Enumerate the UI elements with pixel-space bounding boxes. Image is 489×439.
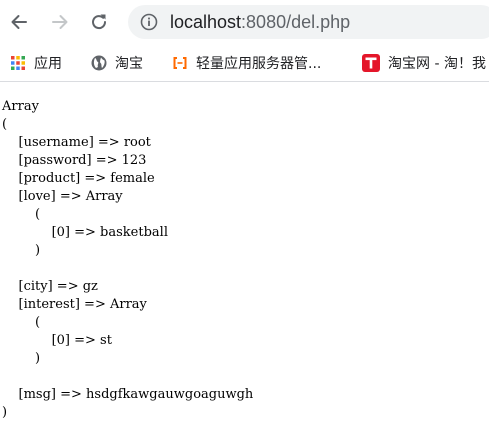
browser-toolbar: localhost:8080/del.php	[0, 0, 489, 44]
output-line: [password] => 123	[2, 153, 147, 168]
php-print-r-output: Array ( [username] => root [password] =>…	[2, 98, 253, 422]
output-line: (	[2, 117, 8, 132]
output-line: [username] => root	[2, 135, 151, 150]
address-bar[interactable]: localhost:8080/del.php	[128, 5, 489, 39]
output-line: (	[2, 207, 41, 222]
info-icon[interactable]	[140, 13, 158, 31]
output-line: [msg] => hsdgfkawgauwgoaguwgh	[2, 387, 254, 402]
output-line: )	[2, 405, 8, 420]
bookmark-lightweight-server[interactable]: 轻量应用服务器管...	[172, 54, 321, 72]
output-line: [0] => basketball	[2, 225, 168, 240]
output-line: )	[2, 351, 41, 366]
aliyun-icon	[173, 57, 187, 69]
output-line: [city] => gz	[2, 279, 98, 294]
back-button[interactable]	[6, 9, 32, 35]
output-line: [love] => Array	[2, 189, 123, 204]
output-line: [product] => female	[2, 171, 155, 186]
bookmark-label: 淘宝网 - 淘！我	[388, 56, 486, 72]
bookmark-taobao-net[interactable]: 淘宝网 - 淘！我	[362, 54, 486, 72]
output-line: (	[2, 315, 41, 330]
bookmark-taobao[interactable]: 淘宝	[91, 54, 143, 72]
taobao-t-icon	[362, 54, 380, 72]
url-path: :8080/del.php	[241, 12, 351, 32]
output-line: [0] => st	[2, 333, 112, 348]
forward-arrow-icon	[52, 15, 68, 29]
bookmarks-bar: 应用 淘宝 轻量应用服务器管... 淘宝网 - 淘！我	[0, 44, 489, 82]
bookmark-label: 应用	[34, 56, 62, 72]
output-line: [interest] => Array	[2, 297, 147, 312]
reload-icon	[92, 14, 107, 30]
bookmark-apps[interactable]: 应用	[10, 54, 62, 72]
url-text[interactable]: localhost:8080/del.php	[170, 12, 350, 32]
back-arrow-icon	[11, 15, 27, 29]
output-line: )	[2, 243, 41, 258]
output-line: Array	[2, 99, 39, 114]
url-host: localhost	[170, 12, 242, 32]
forward-button[interactable]	[47, 9, 73, 35]
globe-icon	[91, 55, 107, 71]
bookmark-label: 轻量应用服务器管...	[196, 56, 322, 72]
reload-button[interactable]	[86, 9, 112, 35]
bookmark-label: 淘宝	[115, 56, 143, 72]
apps-grid-icon	[11, 56, 25, 70]
